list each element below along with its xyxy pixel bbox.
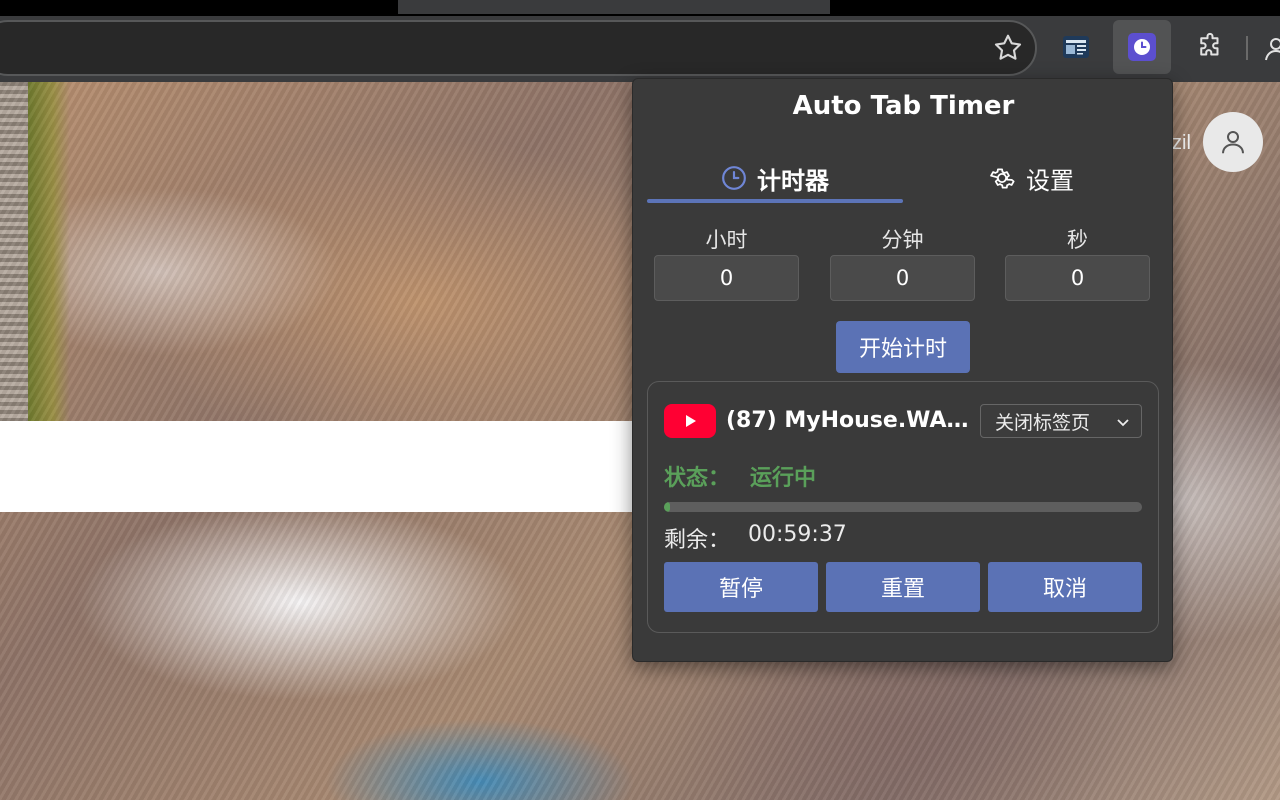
minutes-label: 分钟 <box>881 228 924 252</box>
remaining-label: 剩余： <box>664 528 731 553</box>
timer-controls: 暂停 重置 取消 <box>664 562 1142 612</box>
seconds-label: 秒 <box>1067 228 1088 252</box>
status-label: 状态： <box>664 466 731 491</box>
youtube-icon <box>664 404 716 438</box>
auto-tab-timer-popup: Auto Tab Timer 计时器 设置 小时 分钟 秒 开始计时 (87) … <box>632 78 1173 662</box>
seconds-input[interactable] <box>1005 255 1150 301</box>
window-top-strip <box>0 0 1280 14</box>
cancel-button[interactable]: 取消 <box>988 562 1142 612</box>
timer-progress-fill <box>664 502 670 512</box>
timer-action-value: 关闭标签页 <box>995 411 1091 434</box>
clock-icon <box>1128 33 1156 61</box>
timer-action-select[interactable]: 关闭标签页 <box>980 404 1142 438</box>
extensions-puzzle-icon[interactable] <box>1181 20 1239 74</box>
active-timer-card: (87) MyHouse.WAD ... 关闭标签页 状态： 运行中 剩余： 0… <box>647 381 1159 633</box>
tab-timer[interactable]: 计时器 <box>647 153 903 203</box>
status-value: 运行中 <box>750 466 817 491</box>
timed-tab-title: (87) MyHouse.WAD ... <box>726 408 976 433</box>
toolbar-separator <box>1246 36 1248 60</box>
page-content-panel <box>0 421 640 512</box>
timer-progress-bar <box>664 502 1142 512</box>
page-user-name: zil <box>1172 132 1191 154</box>
hours-label: 小时 <box>705 228 748 252</box>
address-bar[interactable] <box>0 20 1037 76</box>
start-timer-button[interactable]: 开始计时 <box>836 321 970 373</box>
tab-strip-gap <box>398 0 830 14</box>
popup-title: Auto Tab Timer <box>792 91 1015 121</box>
popup-tabs: 计时器 设置 <box>647 153 1159 203</box>
chevron-down-icon <box>1117 419 1129 427</box>
background-photo-boardwalk <box>0 82 28 422</box>
pause-button[interactable]: 暂停 <box>664 562 818 612</box>
person-icon <box>1222 131 1244 154</box>
hours-input[interactable] <box>654 255 799 301</box>
tab-timer-label: 计时器 <box>757 166 829 195</box>
profile-icon[interactable] <box>1262 34 1280 62</box>
reset-button[interactable]: 重置 <box>826 562 980 612</box>
tab-settings[interactable]: 设置 <box>903 153 1159 203</box>
page-avatar[interactable] <box>1203 112 1263 172</box>
reader-mode-icon[interactable] <box>1047 20 1105 74</box>
clock-icon <box>722 166 746 190</box>
active-tab-indicator <box>647 199 903 203</box>
background-photo-grass <box>28 82 70 422</box>
remaining-time: 00:59:37 <box>748 522 847 547</box>
auto-tab-timer-extension-button[interactable] <box>1113 20 1171 74</box>
bookmark-star-icon[interactable] <box>990 30 1026 66</box>
minutes-input[interactable] <box>830 255 975 301</box>
tab-settings-label: 设置 <box>1026 166 1074 195</box>
gear-icon <box>990 168 1015 189</box>
